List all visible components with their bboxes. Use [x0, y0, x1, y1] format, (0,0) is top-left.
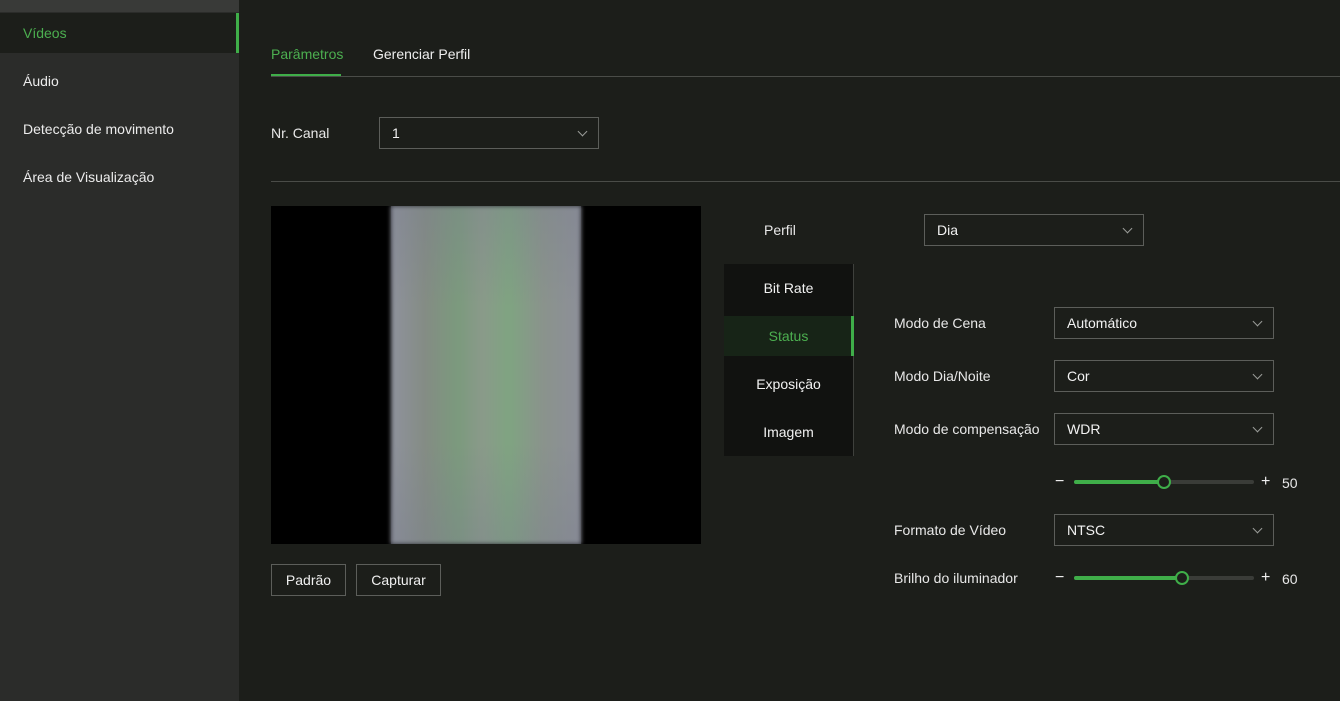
illuminator-slider-fill	[1074, 576, 1182, 580]
day-night-mode-value: Cor	[1067, 368, 1090, 384]
profile-select-value: Dia	[937, 222, 959, 238]
chevron-down-icon	[577, 126, 588, 137]
compensation-mode-value: WDR	[1067, 421, 1101, 437]
wdr-decrease-button[interactable]: −	[1055, 474, 1064, 490]
capture-button[interactable]: Capturar	[356, 564, 441, 596]
submenu-item-bit-rate[interactable]: Bit Rate	[724, 268, 853, 308]
default-button[interactable]: Padrão	[271, 564, 346, 596]
scene-mode-value: Automático	[1067, 315, 1138, 331]
submenu-item-status[interactable]: Status	[724, 316, 854, 356]
video-format-select[interactable]: NTSC	[1054, 514, 1274, 546]
chevron-down-icon	[1252, 422, 1263, 433]
tab-parameters[interactable]: Parâmetros	[271, 46, 343, 62]
tab-manage-profile[interactable]: Gerenciar Perfil	[373, 46, 470, 62]
settings-submenu: Bit Rate Status Exposição Imagem	[724, 264, 854, 456]
profile-select[interactable]: Dia	[924, 214, 1144, 246]
tabs-divider	[271, 76, 1340, 77]
chevron-down-icon	[1122, 223, 1133, 234]
compensation-mode-label: Modo de compensação	[894, 421, 1040, 437]
compensation-mode-select[interactable]: WDR	[1054, 413, 1274, 445]
video-format-label: Formato de Vídeo	[894, 522, 1007, 538]
wdr-slider-track[interactable]	[1074, 475, 1254, 489]
section-divider	[271, 181, 1340, 182]
sidebar-item-audio[interactable]: Áudio	[0, 61, 239, 101]
video-preview	[271, 206, 701, 544]
illuminator-decrease-button[interactable]: −	[1055, 570, 1064, 586]
wdr-increase-button[interactable]: +	[1261, 474, 1270, 490]
illuminator-value: 60	[1282, 571, 1298, 587]
scene-mode-label: Modo de Cena	[894, 315, 986, 331]
sidebar-top-strip	[0, 0, 239, 12]
channel-select-value: 1	[392, 125, 400, 141]
wdr-slider-thumb[interactable]	[1157, 475, 1171, 489]
illuminator-slider-track[interactable]	[1074, 571, 1254, 585]
sidebar-item-view-area[interactable]: Área de Visualização	[0, 157, 239, 197]
sidebar-item-motion-detection[interactable]: Detecção de movimento	[0, 109, 239, 149]
chevron-down-icon	[1252, 369, 1263, 380]
sidebar-item-videos[interactable]: Vídeos	[0, 13, 239, 53]
camera-image-shade	[391, 206, 581, 544]
illuminator-slider-thumb[interactable]	[1175, 571, 1189, 585]
sidebar: Vídeos Áudio Detecção de movimento Área …	[0, 0, 239, 701]
illuminator-label: Brilho do iluminador	[894, 570, 1018, 586]
wdr-slider-fill	[1074, 480, 1164, 484]
channel-select[interactable]: 1	[379, 117, 599, 149]
channel-label: Nr. Canal	[271, 125, 330, 141]
video-format-value: NTSC	[1067, 522, 1106, 538]
chevron-down-icon	[1252, 523, 1263, 534]
day-night-mode-select[interactable]: Cor	[1054, 360, 1274, 392]
profile-label: Perfil	[764, 222, 796, 238]
scene-mode-select[interactable]: Automático	[1054, 307, 1274, 339]
day-night-mode-label: Modo Dia/Noite	[894, 368, 991, 384]
submenu-item-exposure[interactable]: Exposição	[724, 364, 853, 404]
illuminator-increase-button[interactable]: +	[1261, 570, 1270, 586]
chevron-down-icon	[1252, 316, 1263, 327]
submenu-item-image[interactable]: Imagem	[724, 412, 853, 452]
wdr-value: 50	[1282, 475, 1298, 491]
